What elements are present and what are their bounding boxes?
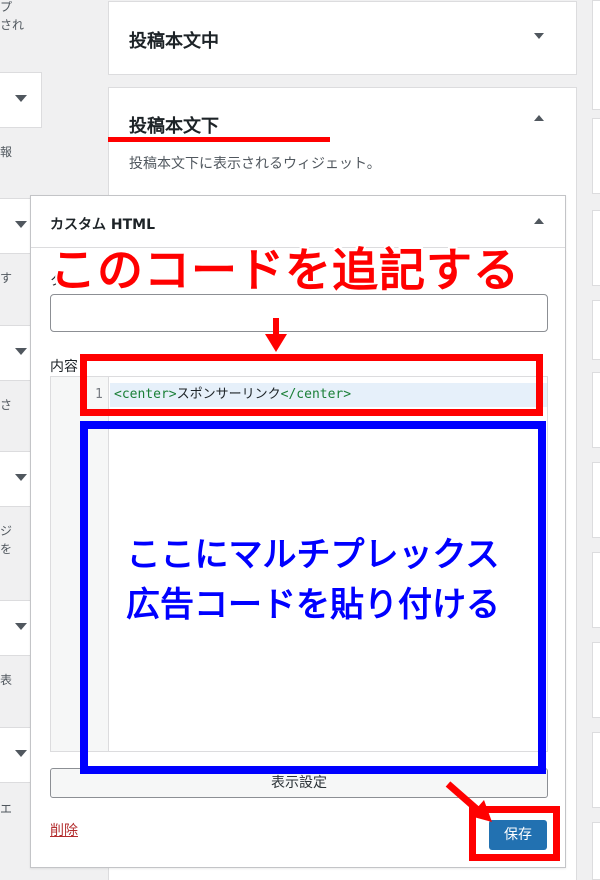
annotation-arrows bbox=[265, 318, 492, 822]
down-arrow-icon bbox=[265, 318, 287, 352]
diagonal-arrow-icon bbox=[445, 781, 492, 822]
